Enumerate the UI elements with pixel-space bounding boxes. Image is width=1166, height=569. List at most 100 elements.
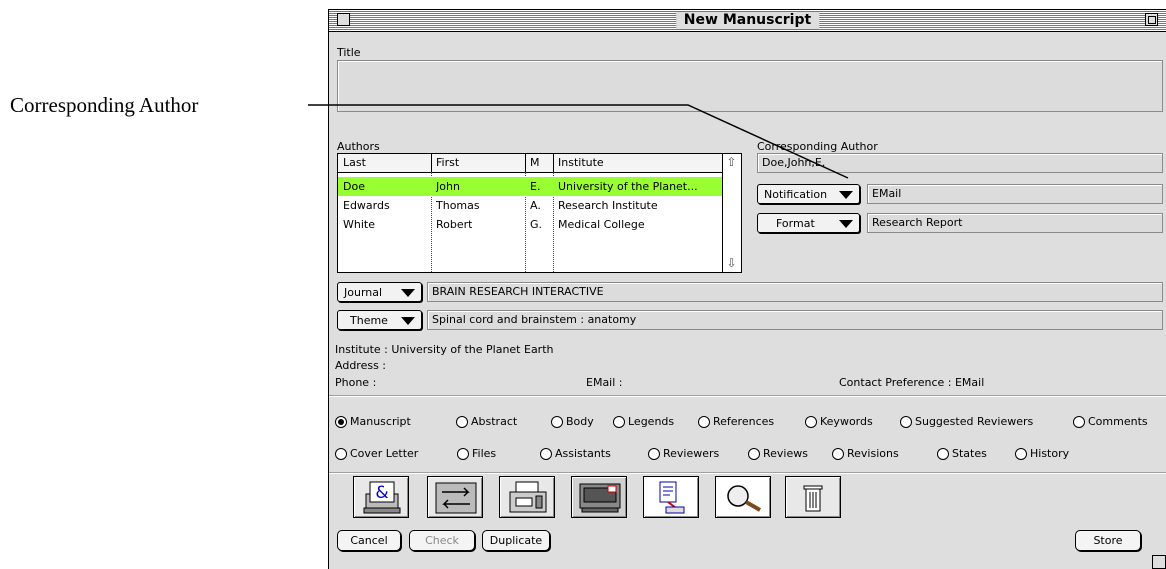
radio-circle-icon: [613, 416, 625, 428]
radio-label: Abstract: [471, 415, 518, 428]
journal-field[interactable]: BRAIN RESEARCH INTERACTIVE: [427, 282, 1163, 302]
store-button[interactable]: Store: [1075, 530, 1141, 551]
theme-popup-label: Theme: [350, 314, 388, 327]
notification-value-field[interactable]: EMail: [867, 184, 1163, 204]
mail-tray-icon: [579, 483, 621, 513]
transfer-icon: [435, 482, 477, 514]
radio-circle-icon: [456, 416, 468, 428]
column-header-last[interactable]: Last: [343, 156, 366, 169]
radio-cover-letter[interactable]: Cover Letter: [335, 447, 418, 460]
check-button[interactable]: Check: [409, 530, 475, 551]
annotation-label: Corresponding Author: [10, 93, 199, 117]
cell-first: Robert: [436, 218, 473, 231]
radio-label: Reviewers: [663, 447, 720, 460]
cell-last: White: [343, 218, 375, 231]
radio-suggested-reviewers[interactable]: Suggested Reviewers: [900, 415, 1033, 428]
resize-grow-box[interactable]: [1152, 555, 1166, 569]
popup-arrow-icon: [839, 220, 853, 228]
radio-keywords[interactable]: Keywords: [805, 415, 873, 428]
radio-label: States: [952, 447, 987, 460]
radio-states[interactable]: States: [937, 447, 987, 460]
radio-revisions[interactable]: Revisions: [832, 447, 899, 460]
radio-comments[interactable]: Comments: [1073, 415, 1148, 428]
authors-scrollbar[interactable]: ⇧ ⇩: [722, 154, 741, 272]
authors-table[interactable]: Last First M Institute Doe John E. Unive…: [337, 153, 742, 273]
print-fax-button[interactable]: [499, 476, 555, 518]
popup-arrow-icon: [401, 289, 415, 297]
format-popup[interactable]: Format: [757, 213, 860, 233]
radio-selected-icon: [335, 416, 347, 428]
mail-tray-button[interactable]: [571, 476, 627, 518]
close-box[interactable]: [337, 13, 350, 26]
column-header-institute[interactable]: Institute: [558, 156, 604, 169]
radio-circle-icon: [937, 448, 949, 460]
transfer-button[interactable]: [427, 476, 483, 518]
radio-abstract[interactable]: Abstract: [456, 415, 517, 428]
cell-last: Edwards: [343, 199, 390, 212]
radio-history[interactable]: History: [1015, 447, 1069, 460]
search-button[interactable]: [715, 476, 771, 518]
scroll-up-arrow-icon[interactable]: ⇧: [725, 156, 738, 169]
radio-circle-icon: [551, 416, 563, 428]
cancel-button[interactable]: Cancel: [337, 530, 401, 551]
notification-popup[interactable]: Notification: [757, 184, 860, 204]
radio-assistants[interactable]: Assistants: [540, 447, 611, 460]
window-title: New Manuscript: [675, 12, 820, 29]
print-fax-icon: [509, 481, 547, 513]
cell-last: Doe: [343, 180, 365, 193]
theme-field[interactable]: Spinal cord and brainstem : anatomy: [427, 310, 1163, 330]
authors-label: Authors: [337, 140, 380, 153]
column-header-m[interactable]: M: [530, 156, 540, 169]
radio-circle-icon: [832, 448, 844, 460]
radio-label: References: [713, 415, 775, 428]
cell-first: Thomas: [436, 199, 480, 212]
radio-body[interactable]: Body: [551, 415, 594, 428]
radio-reviewers[interactable]: Reviewers: [648, 447, 719, 460]
radio-circle-icon: [900, 416, 912, 428]
radio-circle-icon: [335, 448, 347, 460]
radio-label: History: [1030, 447, 1070, 460]
radio-reviews[interactable]: Reviews: [748, 447, 808, 460]
scroll-down-arrow-icon[interactable]: ⇩: [725, 257, 738, 270]
radio-manuscript[interactable]: Manuscript: [335, 415, 411, 428]
title-field[interactable]: [337, 60, 1163, 112]
radio-circle-icon: [1015, 448, 1027, 460]
cell-first: John: [436, 180, 460, 193]
trash-icon: [803, 485, 823, 512]
cell-middle: A.: [530, 199, 541, 212]
email-author-button[interactable]: &: [353, 476, 409, 518]
authors-table-header: Last First M Institute: [338, 154, 723, 173]
separator: [329, 395, 1166, 397]
title-label: Title: [337, 46, 361, 59]
svg-text:&: &: [375, 483, 388, 503]
radio-label: Suggested Reviewers: [915, 415, 1034, 428]
radio-references[interactable]: References: [698, 415, 774, 428]
format-popup-label: Format: [776, 217, 815, 230]
document-export-button[interactable]: [643, 476, 699, 518]
trash-button[interactable]: [785, 476, 841, 518]
column-header-first[interactable]: First: [436, 156, 459, 169]
title-bar[interactable]: New Manuscript: [329, 10, 1166, 32]
theme-popup[interactable]: Theme: [337, 310, 422, 330]
duplicate-button[interactable]: Duplicate: [482, 530, 550, 551]
journal-popup[interactable]: Journal: [337, 282, 422, 302]
address-info: Address :: [335, 359, 387, 372]
new-manuscript-window: New Manuscript Title Authors Last First …: [328, 9, 1166, 569]
table-row[interactable]: Doe John E. University of the Planet...: [338, 177, 723, 196]
radio-circle-icon: [457, 448, 469, 460]
radio-circle-icon: [805, 416, 817, 428]
corresponding-author-label: Corresponding Author: [757, 140, 878, 153]
radio-label: Assistants: [555, 447, 611, 460]
popup-arrow-icon: [839, 191, 853, 199]
radio-label: Cover Letter: [350, 447, 419, 460]
institute-info: Institute : University of the Planet Ear…: [335, 343, 554, 356]
popup-arrow-icon: [401, 317, 415, 325]
radio-files[interactable]: Files: [457, 447, 496, 460]
format-value-field[interactable]: Research Report: [867, 213, 1163, 233]
table-row[interactable]: White Robert G. Medical College: [338, 215, 723, 234]
corresponding-author-field[interactable]: Doe,John,E.: [757, 153, 1163, 173]
radio-legends[interactable]: Legends: [613, 415, 674, 428]
zoom-box[interactable]: [1145, 13, 1158, 26]
table-row[interactable]: Edwards Thomas A. Research Institute: [338, 196, 723, 215]
cell-institute: Research Institute: [558, 199, 658, 212]
